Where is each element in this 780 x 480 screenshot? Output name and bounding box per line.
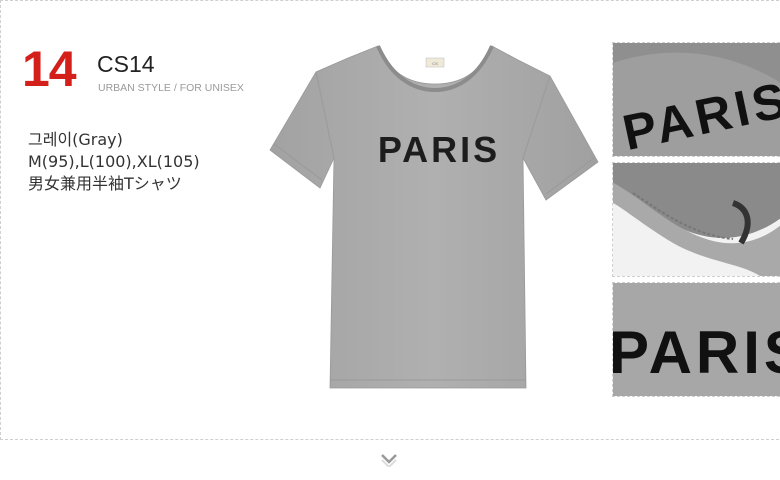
product-subtitle: URBAN STYLE / FOR UNISEX — [98, 82, 244, 94]
product-code: CS14 — [97, 51, 155, 77]
detail-thumb-sleeve[interactable] — [612, 162, 780, 277]
size-line: M(95),L(100),XL(105) — [28, 152, 200, 171]
product-description: 그레이(Gray) M(95),L(100),XL(105) 男女兼用半袖Tシャ… — [28, 129, 200, 195]
shirt-print-text: PARIS — [378, 129, 500, 170]
detail-thumb-print-2[interactable]: PARIS — [612, 282, 780, 397]
detail-thumb-print-1[interactable]: PARIS — [612, 42, 780, 157]
thumb-print-text-2: PARIS — [613, 319, 780, 386]
color-line: 그레이(Gray) — [28, 130, 123, 149]
tshirt-image: CS PARIS — [268, 40, 602, 398]
chevron-down-icon[interactable] — [380, 452, 398, 471]
product-number: 14 — [22, 41, 77, 97]
type-line: 男女兼用半袖Tシャツ — [28, 174, 182, 193]
svg-text:CS: CS — [432, 61, 438, 66]
